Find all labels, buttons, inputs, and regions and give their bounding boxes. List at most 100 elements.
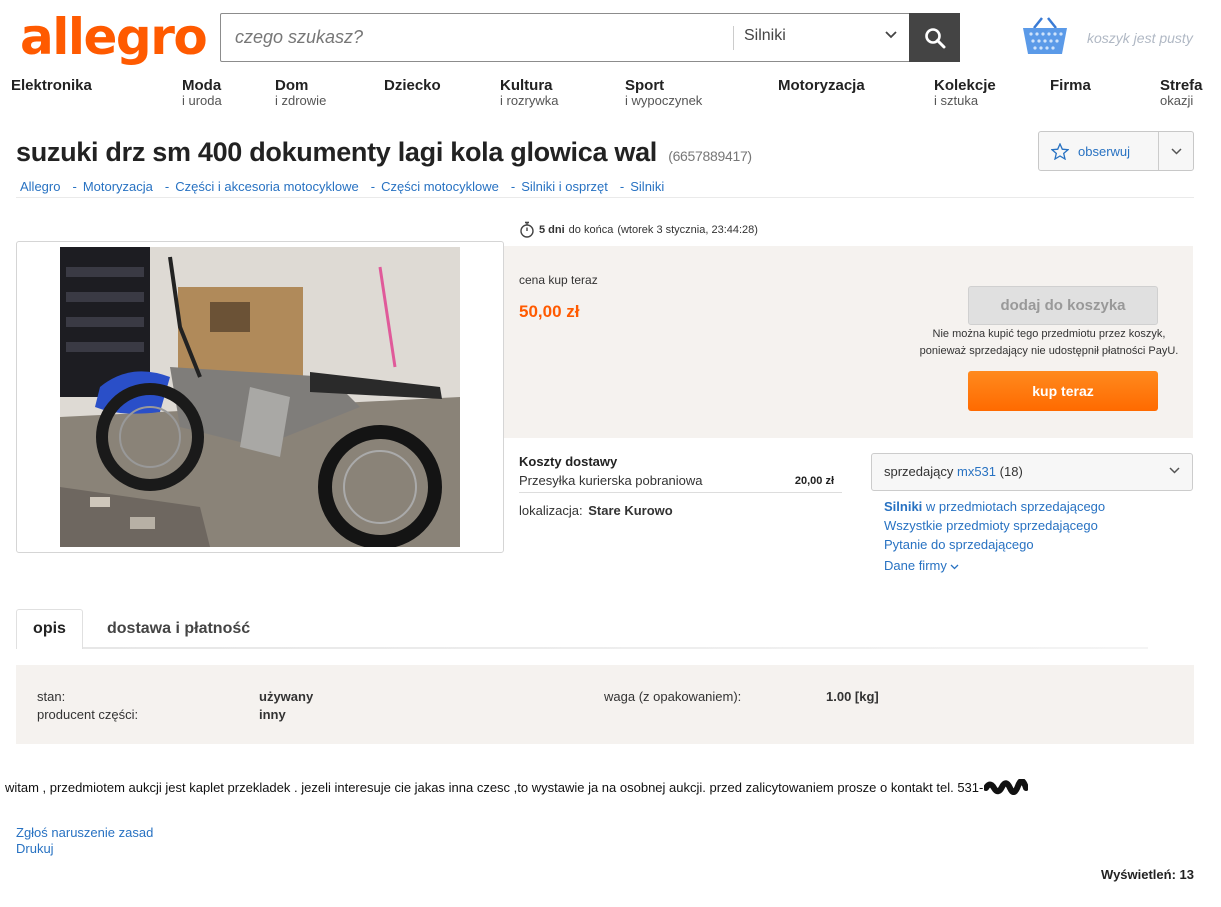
breadcrumb: Allegro - Motoryzacja - Części i akcesor… bbox=[20, 179, 664, 194]
price-panel: cena kup teraz 50,00 zł dodaj do koszyka… bbox=[504, 246, 1193, 438]
breadcrumb-separator: - bbox=[510, 179, 516, 194]
delivery-title: Koszty dostawy bbox=[519, 454, 618, 469]
nav-item-label: Dom bbox=[275, 77, 309, 94]
cart-note: Nie można kupić tego przedmiotu przez ko… bbox=[904, 326, 1194, 360]
seller-all-items-link[interactable]: Wszystkie przedmioty sprzedającego bbox=[884, 518, 1098, 533]
nav-item-label: Sport bbox=[625, 77, 665, 94]
breadcrumb-item[interactable]: Części motocyklowe bbox=[381, 179, 499, 194]
seller-category-name: Silniki bbox=[884, 499, 923, 514]
nav-item-kolekcje[interactable]: Kolekcje i sztuka bbox=[934, 78, 996, 107]
nav-item-sublabel: i wypoczynek bbox=[625, 93, 703, 108]
watch-label: obserwuj bbox=[1078, 143, 1131, 159]
offer-id: (6657889417) bbox=[668, 148, 752, 164]
add-to-cart-button[interactable]: dodaj do koszyka bbox=[968, 286, 1158, 325]
nav-item-firma[interactable]: Firma bbox=[1050, 78, 1091, 93]
nav-item-moda[interactable]: Moda i uroda bbox=[182, 78, 222, 107]
price-label: cena kup teraz bbox=[519, 273, 598, 287]
star-icon bbox=[1051, 142, 1069, 160]
seller-rating: (18) bbox=[999, 464, 1023, 479]
buy-now-button[interactable]: kup teraz bbox=[968, 371, 1158, 411]
param-value: 1.00 [kg] bbox=[826, 689, 879, 704]
location-label: lokalizacja: bbox=[519, 503, 583, 518]
delivery-cost: 20,00 zł bbox=[794, 475, 834, 487]
watch-dropdown-button[interactable] bbox=[1159, 132, 1193, 170]
breadcrumb-separator: - bbox=[619, 179, 625, 194]
search-button[interactable] bbox=[909, 13, 960, 62]
delivery-method: Przesyłka kurierska pobraniowa bbox=[519, 473, 703, 488]
nav-item-label: Kultura bbox=[500, 77, 553, 94]
breadcrumb-item[interactable]: Silniki bbox=[630, 179, 664, 194]
cart-note-line: ponieważ sprzedający nie udostępnił płat… bbox=[919, 345, 1179, 357]
nav-item-elektronika[interactable]: Elektronika bbox=[11, 78, 92, 93]
chevron-down-icon bbox=[1170, 147, 1182, 155]
seller-label: sprzedający bbox=[884, 464, 954, 479]
breadcrumb-item[interactable]: Allegro bbox=[20, 179, 60, 194]
cart-status[interactable]: koszyk jest pusty bbox=[1087, 30, 1193, 46]
nav-item-dziecko[interactable]: Dziecko bbox=[384, 78, 441, 93]
breadcrumb-separator: - bbox=[370, 179, 376, 194]
chevron-down-icon bbox=[885, 31, 897, 39]
breadcrumb-item[interactable]: Silniki i osprzęt bbox=[521, 179, 608, 194]
nav-item-sublabel: i zdrowie bbox=[275, 93, 327, 108]
cart-note-line: Nie można kupić tego przedmiotu przez ko… bbox=[932, 328, 1166, 340]
param-label: producent części: bbox=[37, 707, 139, 722]
nav-item-label: Dziecko bbox=[384, 77, 441, 94]
nav-item-kultura[interactable]: Kultura i rozrywka bbox=[500, 78, 559, 107]
tab-opis[interactable]: opis bbox=[16, 609, 83, 649]
stopwatch-icon bbox=[520, 221, 534, 238]
seller-dropdown[interactable]: sprzedający mx531 (18) bbox=[871, 453, 1193, 491]
company-data-link[interactable]: Dane firmy bbox=[884, 558, 959, 573]
tab-underline bbox=[16, 647, 1148, 649]
nav-item-label: Motoryzacja bbox=[778, 77, 865, 94]
chevron-down-icon bbox=[1169, 467, 1180, 474]
watch-button-group: obserwuj bbox=[1038, 131, 1194, 171]
watch-button[interactable]: obserwuj bbox=[1039, 132, 1159, 170]
nav-item-motoryzacja[interactable]: Motoryzacja bbox=[778, 78, 865, 93]
offer-title: suzuki drz sm 400 dokumenty lagi kola gl… bbox=[16, 137, 657, 167]
time-remaining: 5 dni do końca (wtorek 3 stycznia, 23:44… bbox=[519, 221, 758, 238]
redaction-scribble bbox=[984, 779, 1029, 795]
seller-category-link[interactable]: Silniki w przedmiotach sprzedającego bbox=[884, 499, 1105, 514]
time-remaining-value: 5 dni bbox=[539, 223, 565, 236]
breadcrumb-item[interactable]: Części i akcesoria motocyklowe bbox=[175, 179, 359, 194]
search-input[interactable] bbox=[221, 14, 733, 61]
search-icon bbox=[924, 27, 945, 48]
tab-delivery-payment[interactable]: dostawa i płatność bbox=[107, 620, 250, 638]
nav-item-label: Firma bbox=[1050, 77, 1091, 94]
time-suffix: do końca bbox=[568, 223, 614, 236]
divider bbox=[16, 197, 1194, 198]
description-text: witam , przedmiotem aukcji jest kaplet p… bbox=[5, 779, 984, 795]
nav-item-label: Kolekcje bbox=[934, 77, 996, 94]
location: lokalizacja: Stare Kurowo bbox=[519, 503, 673, 518]
basket-icon[interactable] bbox=[1022, 16, 1068, 56]
nav-item-sublabel: okazji bbox=[1160, 93, 1194, 108]
print-link[interactable]: Drukuj bbox=[16, 841, 54, 856]
category-nav: Elektronika Moda i uroda Dom i zdrowie Dzi… bbox=[0, 78, 1221, 116]
search-divider bbox=[733, 26, 734, 50]
photo-gallery bbox=[16, 241, 504, 553]
nav-item-sport[interactable]: Sport i wypoczynek bbox=[625, 78, 702, 107]
search-category-select[interactable]: Silniki bbox=[744, 14, 909, 61]
seller-name[interactable]: mx531 bbox=[957, 464, 996, 479]
description: witam , przedmiotem aukcji jest kaplet p… bbox=[5, 779, 1029, 795]
breadcrumb-separator: - bbox=[164, 179, 170, 194]
search-category-label: Silniki bbox=[744, 27, 786, 44]
nav-item-sublabel: i rozrywka bbox=[500, 93, 559, 108]
nav-item-label: Elektronika bbox=[11, 77, 92, 94]
param-label: waga (z opakowaniem): bbox=[604, 689, 742, 704]
product-photo[interactable] bbox=[60, 247, 460, 547]
breadcrumb-item[interactable]: Motoryzacja bbox=[83, 179, 153, 194]
allegro-logo[interactable]: allegro bbox=[20, 8, 208, 66]
nav-item-strefa[interactable]: Strefa okazji bbox=[1160, 78, 1203, 107]
seller-category-rest: w przedmiotach sprzedającego bbox=[925, 499, 1106, 514]
breadcrumb-separator: - bbox=[72, 179, 77, 194]
nav-item-sublabel: i uroda bbox=[182, 93, 222, 108]
view-count: Wyświetleń: 13 bbox=[1101, 867, 1194, 882]
chevron-down-icon bbox=[951, 564, 959, 570]
report-link[interactable]: Zgłoś naruszenie zasad bbox=[16, 825, 153, 840]
company-data-label: Dane firmy bbox=[884, 558, 947, 573]
nav-item-dom[interactable]: Dom i zdrowie bbox=[275, 78, 326, 107]
delivery-option: Przesyłka kurierska pobraniowa 20,00 zł bbox=[519, 472, 842, 493]
nav-item-label: Moda bbox=[182, 77, 222, 94]
ask-seller-link[interactable]: Pytanie do sprzedającego bbox=[884, 537, 1034, 552]
